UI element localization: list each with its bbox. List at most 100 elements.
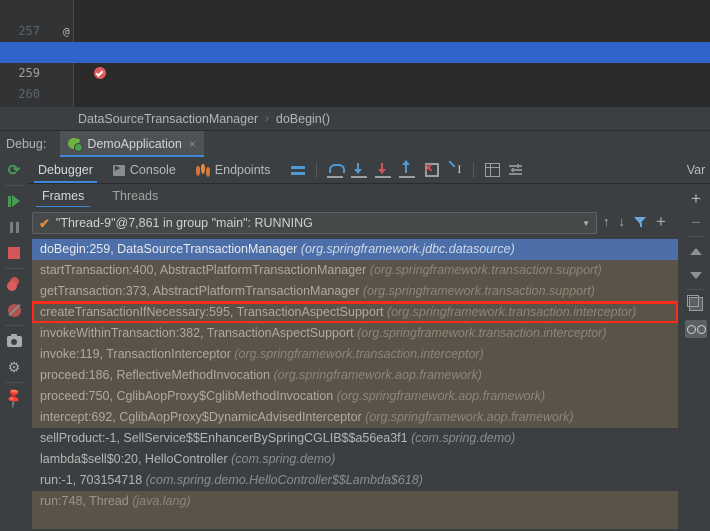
stack-frame-method: run:748, Thread xyxy=(40,494,133,508)
stack-frame-method: doBegin:259, DataSourceTransactionManage… xyxy=(40,242,301,256)
mute-breakpoints-icon xyxy=(7,303,21,317)
stack-frame-row[interactable]: run:-1, 703154718 (com.spring.demo.Hello… xyxy=(32,470,678,491)
debug-label: Debug: xyxy=(6,137,47,151)
stack-frame-row[interactable]: lambda$sell$0:20, HelloController (com.s… xyxy=(32,449,678,470)
debug-session-name: DemoApplication xyxy=(87,137,182,151)
stack-frame-row[interactable]: createTransactionIfNecessary:595, Transa… xyxy=(32,301,678,324)
toolbar-divider xyxy=(316,162,318,178)
code-line-260[interactable]: 260 Connection con = null; xyxy=(0,63,710,101)
thread-selector-dropdown[interactable]: ✔ "Thread-9"@7,861 in group "main": RUNN… xyxy=(32,212,597,234)
move-down-button[interactable] xyxy=(682,263,710,287)
stack-frame-package: (org.springframework.aop.framework) xyxy=(365,410,574,424)
tab-label: Threads xyxy=(112,189,159,203)
stack-frame-package: (org.springframework.aop.framework) xyxy=(336,389,546,403)
code-line-261[interactable]: 261 xyxy=(0,84,710,105)
stop-icon xyxy=(8,247,20,259)
debugger-settings-button[interactable] xyxy=(504,157,528,183)
add-watch-button[interactable]: + xyxy=(682,186,710,210)
stack-frame-package: (com.spring.demo) xyxy=(411,431,516,445)
stack-frame-package: (org.springframework.transaction.interce… xyxy=(386,305,637,319)
stack-frame-row[interactable]: run:748, Thread (java.lang) xyxy=(32,491,678,512)
drop-frame-button[interactable]: ✕ xyxy=(419,157,443,183)
stack-frame-row[interactable]: getTransaction:373, AbstractPlatformTran… xyxy=(32,281,678,302)
tab-threads[interactable]: Threads xyxy=(98,184,172,208)
step-over-button[interactable] xyxy=(323,157,347,183)
move-frame-up-button[interactable]: ↑ xyxy=(603,215,610,228)
copy-value-button[interactable] xyxy=(682,292,710,316)
evaluate-expression-button[interactable] xyxy=(480,157,504,183)
move-up-button[interactable] xyxy=(682,239,710,263)
toolbar-divider xyxy=(687,289,705,290)
breadcrumb-separator-icon: › xyxy=(265,112,269,125)
screenshot-button[interactable] xyxy=(0,328,28,354)
code-line-257[interactable]: 257 @Override xyxy=(0,0,710,60)
stack-frame-row[interactable]: proceed:186, ReflectiveMethodInvocation … xyxy=(32,365,678,386)
run-to-cursor-button[interactable]: I xyxy=(443,157,467,183)
tab-endpoints[interactable]: Endpoints xyxy=(186,157,281,183)
stack-frame-row[interactable]: invoke:119, TransactionInterceptor (org.… xyxy=(32,344,678,365)
force-step-into-icon xyxy=(375,162,392,178)
spring-boot-icon xyxy=(67,136,84,152)
thread-selector-value: "Thread-9"@7,861 in group "main": RUNNIN… xyxy=(55,216,313,230)
debug-session-tab[interactable]: DemoApplication × xyxy=(60,131,204,157)
stack-frame-package: (org.springframework.transaction.support… xyxy=(369,263,602,277)
toolbar-divider xyxy=(5,382,23,383)
stack-frame-row[interactable]: proceed:750, CglibAopProxy$CglibMethodIn… xyxy=(32,386,678,407)
variables-buttons: + − xyxy=(682,186,710,342)
mute-breakpoints-button[interactable] xyxy=(0,297,28,323)
force-step-into-button[interactable] xyxy=(371,157,395,183)
stack-frame-package: (org.springframework.jdbc.datasource) xyxy=(300,242,515,256)
gear-icon: ⚙ xyxy=(7,359,21,375)
stack-frame-method: run:-1, 703154718 xyxy=(40,473,146,487)
tab-frames[interactable]: Frames xyxy=(28,184,98,208)
camera-icon xyxy=(6,333,22,347)
run-to-cursor-icon: I xyxy=(447,160,463,177)
debug-tab-bar: Debug: DemoApplication × xyxy=(0,131,710,158)
remove-watch-button[interactable]: − xyxy=(682,210,710,234)
resume-program-button[interactable] xyxy=(0,188,28,214)
arrow-up-icon xyxy=(690,247,702,255)
breadcrumb-method[interactable]: doBegin() xyxy=(276,112,330,126)
step-into-button[interactable] xyxy=(347,157,371,183)
add-frame-button[interactable]: + xyxy=(656,213,666,230)
toolbar-divider xyxy=(5,325,23,326)
close-icon[interactable]: × xyxy=(189,137,196,151)
pin-tab-button[interactable]: 📌 xyxy=(0,385,28,411)
stack-frame-row[interactable]: doBegin:259, DataSourceTransactionManage… xyxy=(32,239,678,260)
stack-frame-method: proceed:750, CglibAopProxy$CglibMethodIn… xyxy=(40,389,337,403)
stop-button[interactable] xyxy=(0,240,28,266)
filter-frames-icon[interactable] xyxy=(634,216,647,228)
step-out-button[interactable] xyxy=(395,157,419,183)
watches-button[interactable] xyxy=(682,316,710,342)
drop-frame-icon: ✕ xyxy=(423,162,440,177)
rerun-button[interactable]: ⟳ xyxy=(0,157,28,183)
rerun-icon: ⟳ xyxy=(7,161,21,179)
stack-frame-row[interactable]: sellProduct:-1, SellService$$EnhancerByS… xyxy=(32,428,678,449)
view-breakpoints-button[interactable] xyxy=(0,271,28,297)
stack-frame-package: (org.springframework.aop.framework) xyxy=(273,368,482,382)
stack-frame-method: invokeWithinTransaction:382, Transaction… xyxy=(40,326,358,340)
layout-settings-button[interactable] xyxy=(286,157,310,183)
stack-frame-row[interactable]: intercept:692, CglibAopProxy$DynamicAdvi… xyxy=(32,407,678,428)
tab-console[interactable]: Console xyxy=(103,157,186,183)
chevron-down-icon[interactable]: ▼ xyxy=(582,219,590,228)
pause-program-button[interactable] xyxy=(0,214,28,240)
stack-frame-package: (java.lang) xyxy=(132,494,191,508)
stack-frame-package: (org.springframework.transaction.interce… xyxy=(234,347,484,361)
breadcrumb-class[interactable]: DataSourceTransactionManager xyxy=(78,112,258,126)
call-stack-frames-list[interactable]: doBegin:259, DataSourceTransactionManage… xyxy=(32,239,678,529)
move-frame-down-button[interactable]: ↓ xyxy=(619,215,626,228)
evaluate-expression-icon xyxy=(484,163,500,177)
tab-debugger[interactable]: Debugger xyxy=(28,157,103,183)
code-line-259-current[interactable]: 259 DataSourceTransactionObject txObject… xyxy=(0,42,710,80)
stack-frame-row[interactable]: invokeWithinTransaction:382, Transaction… xyxy=(32,323,678,344)
debug-side-toolbar: ⟳ ⚙ 📌 xyxy=(0,157,28,531)
settings-button[interactable]: ⚙ xyxy=(0,354,28,380)
endpoints-icon xyxy=(195,164,210,177)
code-line-258[interactable]: 258 I↑ @ − protected void doBegin(Object… xyxy=(0,21,710,59)
frames-area: ✔ "Thread-9"@7,861 in group "main": RUNN… xyxy=(28,207,682,531)
plus-icon: + xyxy=(691,188,701,208)
code-editor[interactable]: 257 @Override 258 I↑ @ − protected void … xyxy=(0,0,710,107)
variables-panel-title: Var xyxy=(682,157,710,184)
stack-frame-row[interactable]: startTransaction:400, AbstractPlatformTr… xyxy=(32,260,678,281)
